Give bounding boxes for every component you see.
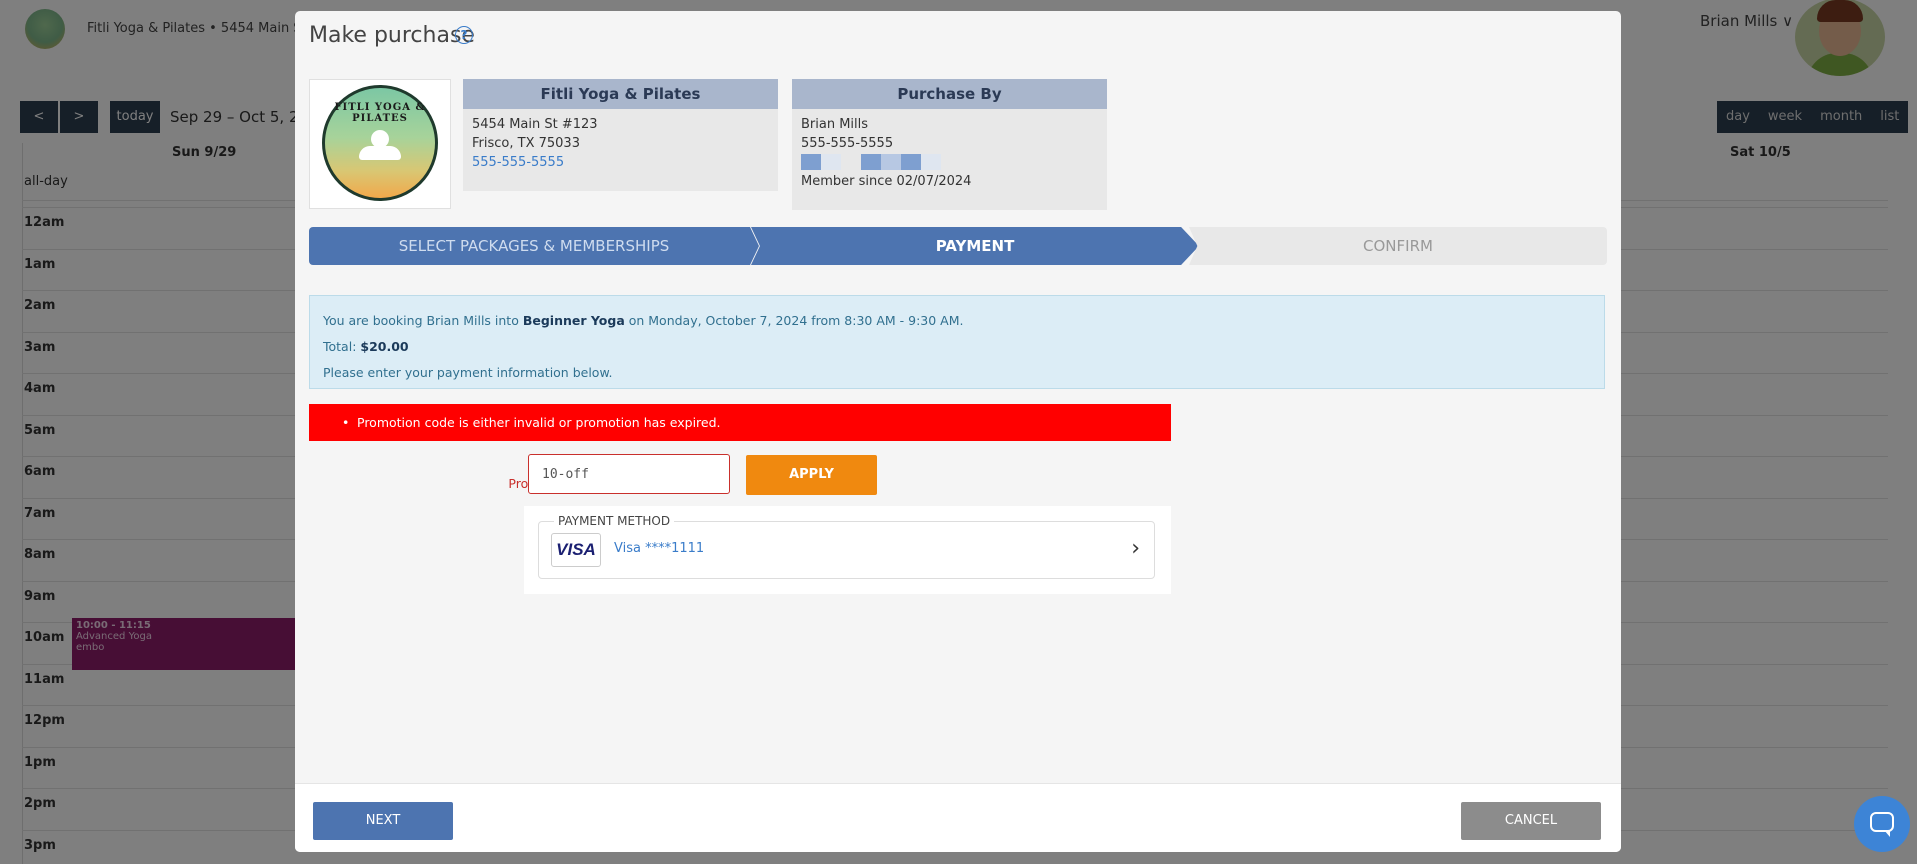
buyer-phone: 555-555-5555 xyxy=(801,136,894,151)
class-name: Beginner Yoga xyxy=(522,313,625,328)
cancel-button[interactable]: CANCEL xyxy=(1461,802,1601,840)
buyer-card-header: Purchase By xyxy=(792,79,1107,109)
studio-card: Fitli Yoga & Pilates 5454 Main St #123 F… xyxy=(463,79,778,191)
step-select-packages[interactable]: SELECT PACKAGES & MEMBERSHIPS xyxy=(309,227,759,265)
apply-button[interactable]: APPLY xyxy=(746,455,877,495)
redacted-email xyxy=(801,154,1098,170)
chevron-right-icon: › xyxy=(1131,536,1140,561)
modal-title: Make purchase xyxy=(309,23,475,48)
booking-datetime: on Monday, October 7, 2024 from 8:30 AM … xyxy=(624,313,964,328)
studio-address-line1: 5454 Main St #123 xyxy=(472,117,598,132)
chat-support-button[interactable] xyxy=(1854,796,1910,852)
payment-method-row[interactable]: VISA Visa ****1111 › xyxy=(538,521,1155,579)
logo-text: FITLI YOGA & PILATES xyxy=(334,102,426,124)
payment-instructions: Please enter your payment information be… xyxy=(323,365,613,380)
booking-info-alert: You are booking Brian Mills into Beginne… xyxy=(309,295,1605,389)
visa-card-icon: VISA xyxy=(551,533,601,567)
purchase-steps: SELECT PACKAGES & MEMBERSHIPS PAYMENT CO… xyxy=(309,227,1607,265)
step-payment[interactable]: PAYMENT xyxy=(751,227,1199,265)
studio-logo: FITLI YOGA & PILATES xyxy=(322,85,438,201)
studio-phone-link[interactable]: 555-555-5555 xyxy=(472,153,769,172)
help-icon[interactable]: ? xyxy=(455,26,473,44)
studio-logo-box: FITLI YOGA & PILATES xyxy=(309,79,451,209)
next-button[interactable]: NEXT xyxy=(313,802,453,840)
modal-footer: NEXT CANCEL xyxy=(295,783,1621,852)
payment-method-section: VISA Visa ****1111 › PAYMENT METHOD xyxy=(524,506,1171,594)
promo-error-alert: Promotion code is either invalid or prom… xyxy=(309,404,1171,441)
booking-text: You are booking Brian Mills into xyxy=(323,313,523,328)
card-label: Visa ****1111 xyxy=(614,541,705,556)
make-purchase-modal: Make purchase ? FITLI YOGA & PILATES Fit… xyxy=(295,11,1621,852)
total-value: $20.00 xyxy=(360,339,409,354)
payment-method-legend: PAYMENT METHOD xyxy=(554,514,675,528)
total-label: Total: xyxy=(323,339,361,354)
buyer-name: Brian Mills xyxy=(801,117,869,132)
studio-address-line2: Frisco, TX 75033 xyxy=(472,136,580,151)
chat-icon xyxy=(1870,812,1894,832)
promo-code-input[interactable] xyxy=(528,454,730,494)
step-confirm[interactable]: CONFIRM xyxy=(1189,227,1607,265)
member-since: Member since 02/07/2024 xyxy=(801,174,972,189)
studio-card-header: Fitli Yoga & Pilates xyxy=(463,79,778,109)
buyer-card: Purchase By Brian Mills 555-555-5555 Mem… xyxy=(792,79,1107,210)
